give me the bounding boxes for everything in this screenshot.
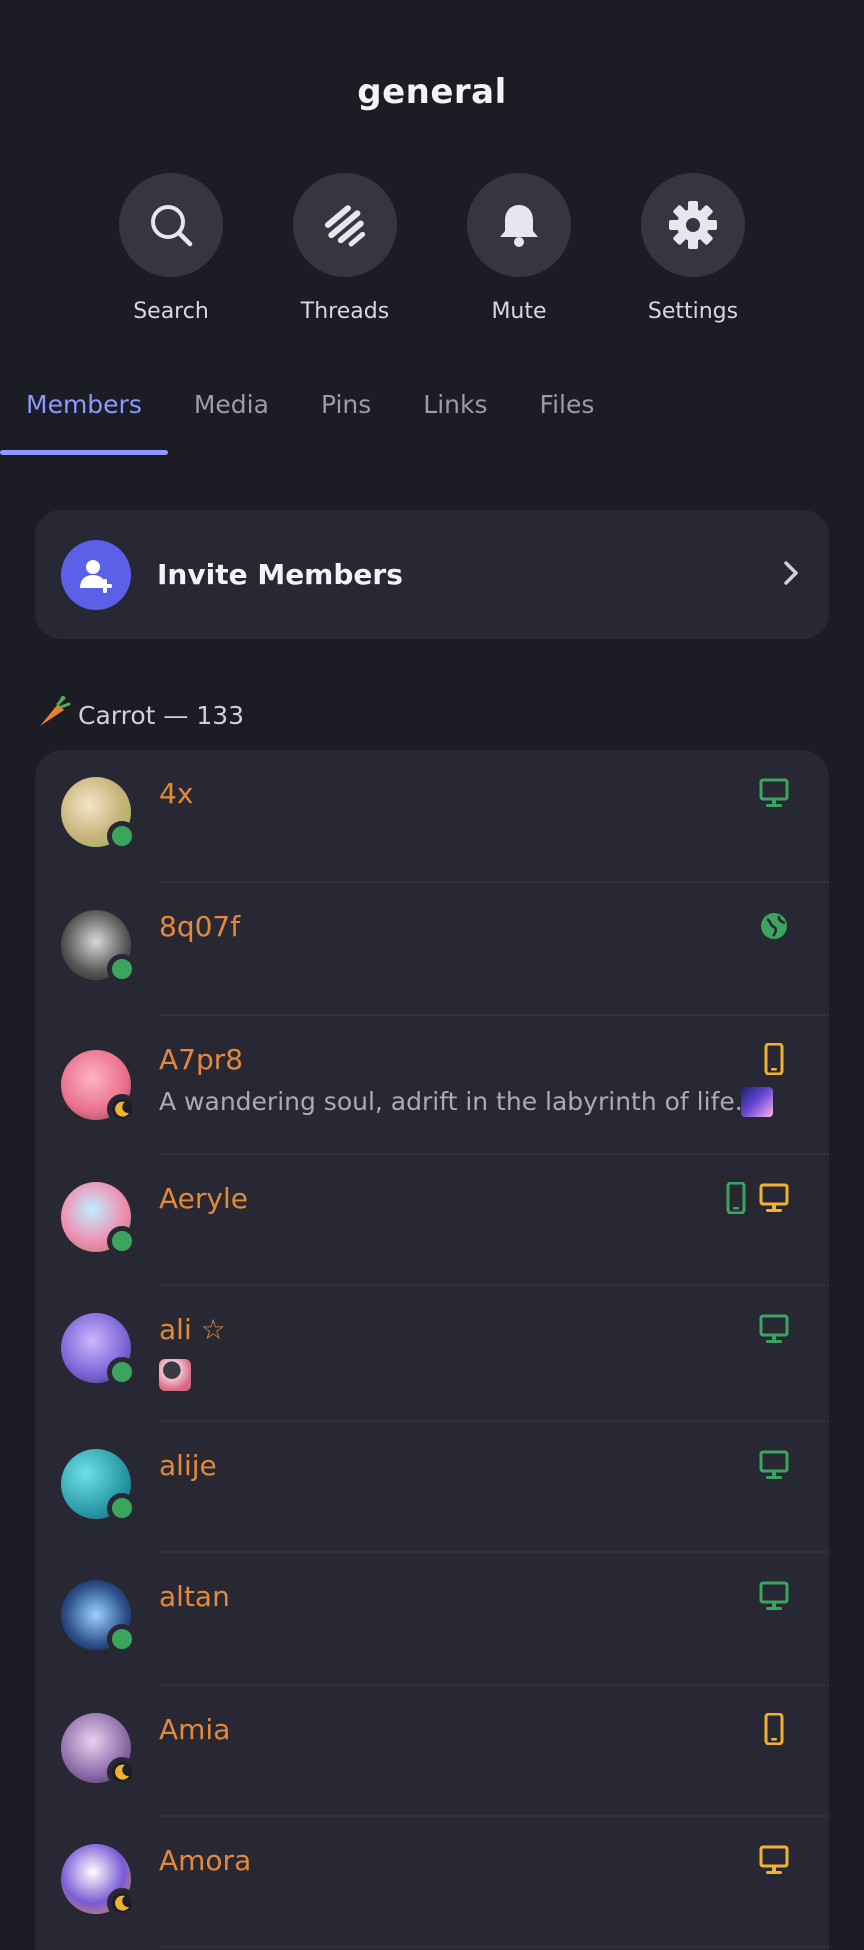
member-name: ali ☆ [159,1313,226,1346]
search-button[interactable]: Search [119,173,223,324]
member-row[interactable]: 4x [35,750,829,883]
web-icon [759,910,789,946]
idle-status-icon [107,1757,137,1787]
member-name: alije [159,1449,217,1482]
role-section-header: Carrot — 133 [36,695,245,734]
online-status-icon [107,1226,137,1256]
online-status-icon [107,1493,137,1523]
member-custom-status: A wandering soul, adrift in the labyrint… [159,1087,743,1116]
desktop-icon [759,1449,789,1485]
member-row[interactable]: altan [35,1553,829,1686]
carrot-icon [36,695,72,734]
device-indicators [759,1580,789,1616]
row-divider [159,1946,829,1948]
chevron-right-icon [779,559,803,591]
member-name: Aeryle [159,1182,248,1215]
member-row[interactable]: A7pr8 A wandering soul, adrift in the lab… [35,1016,829,1155]
member-row[interactable]: 8q07f [35,883,829,1016]
threads-label: Threads [300,299,390,324]
member-row[interactable]: Amora [35,1817,829,1948]
add-user-icon [61,539,131,610]
member-name: 8q07f [159,910,241,943]
member-name: 4x [159,777,194,810]
idle-status-icon [107,1888,137,1918]
online-status-icon [107,1357,137,1387]
tab-pins[interactable]: Pins [295,388,397,458]
settings-label: Settings [647,299,739,324]
search-icon [119,173,223,277]
bell-icon [467,173,571,277]
invite-members-button[interactable]: Invite Members [35,510,829,639]
tab-bar: Members Media Pins Links Files [0,388,864,458]
member-row[interactable]: ali ☆ [35,1286,829,1422]
member-name: Amia [159,1713,231,1746]
member-name: A7pr8 [159,1043,244,1076]
device-indicators [759,777,789,813]
channel-actions: Search Threads Mute Settings [0,173,864,324]
mobile-icon [759,1042,789,1079]
idle-status-icon [107,1094,137,1124]
desktop-icon [759,1182,789,1218]
online-status-icon [107,954,137,984]
member-list: 4x 8q07f A7pr8 A wandering soul, adrift in … [35,750,829,1950]
desktop-icon [759,777,789,813]
tab-members[interactable]: Members [0,388,168,458]
mobile-icon [759,1712,789,1749]
member-name: Amora [159,1844,252,1877]
device-indicators [759,1042,789,1079]
device-indicators [759,910,789,946]
invite-members-label: Invite Members [157,558,403,591]
desktop-icon [759,1580,789,1616]
device-indicators [759,1712,789,1749]
mobile-icon [721,1181,751,1218]
gear-icon [641,173,745,277]
threads-icon [293,173,397,277]
online-status-icon [107,1624,137,1654]
threads-button[interactable]: Threads [293,173,397,324]
device-indicators [759,1449,789,1485]
tab-links[interactable]: Links [397,388,513,458]
sticker-emoji-icon [159,1359,191,1391]
desktop-icon [759,1844,789,1880]
tab-files[interactable]: Files [514,388,621,458]
device-indicators [759,1313,789,1349]
search-label: Search [133,299,209,324]
mute-label: Mute [491,299,547,324]
role-section-label: Carrot — 133 [78,700,245,730]
device-indicators [721,1181,789,1218]
member-row[interactable]: Amia [35,1686,829,1817]
channel-title: general [357,72,507,112]
mute-button[interactable]: Mute [467,173,571,324]
galaxy-emoji-icon [741,1087,773,1117]
member-row[interactable]: Aeryle [35,1155,829,1286]
desktop-icon [759,1313,789,1349]
member-row[interactable]: alije [35,1422,829,1553]
online-status-icon [107,821,137,851]
tab-media[interactable]: Media [168,388,295,458]
settings-button[interactable]: Settings [641,173,745,324]
member-name: altan [159,1580,230,1613]
device-indicators [759,1844,789,1880]
